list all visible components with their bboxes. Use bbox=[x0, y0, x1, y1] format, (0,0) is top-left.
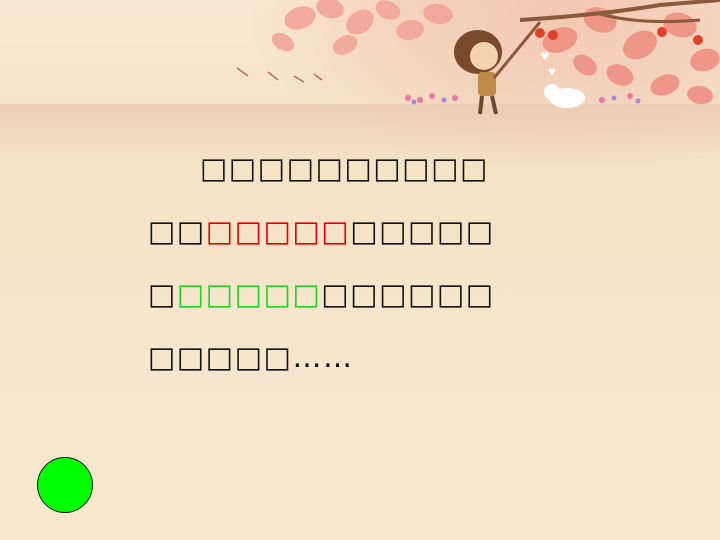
poem-text: □□□□□□□□□□ □□□□□□□□□□□□ □□□□□□□□□□□□ □□□… bbox=[148, 150, 493, 402]
header-illustration: ♥ ♥ bbox=[236, 0, 720, 115]
apple bbox=[548, 30, 558, 40]
highlight-green: □□□□□ bbox=[176, 277, 322, 311]
dragonflies bbox=[236, 67, 323, 83]
text-segment: □□□□□□ bbox=[321, 277, 495, 311]
apple bbox=[657, 27, 667, 37]
text-line-2: □□□□□□□□□□□□ bbox=[148, 213, 493, 249]
cat-figure bbox=[544, 84, 585, 108]
heart-icon: ♥ bbox=[548, 68, 556, 78]
text-segment: □ bbox=[148, 277, 177, 311]
text-segment: □□□□□□□□□□ bbox=[200, 151, 489, 185]
highlight-red: □□□□□ bbox=[205, 214, 351, 248]
apple bbox=[535, 28, 545, 38]
green-circle-button[interactable] bbox=[37, 457, 93, 513]
text-line-4: □□□□□…… bbox=[148, 339, 488, 375]
text-segment: □□□□□ bbox=[350, 214, 495, 248]
apple bbox=[693, 35, 703, 45]
leaf-cluster-left bbox=[271, 0, 453, 55]
text-segment: □□□□□…… bbox=[148, 340, 354, 374]
flowers bbox=[405, 93, 633, 103]
girl-figure bbox=[454, 21, 542, 115]
text-line-3: □□□□□□□□□□□□ bbox=[148, 276, 493, 312]
heart-icon: ♥ bbox=[540, 50, 550, 63]
slide: ♥ ♥ □□□□□□□□□□ □□□□□□□□□□□□ □□□□□□□□□□□□… bbox=[0, 0, 720, 540]
text-line-1: □□□□□□□□□□ bbox=[148, 150, 488, 186]
text-segment: □□ bbox=[148, 214, 206, 248]
